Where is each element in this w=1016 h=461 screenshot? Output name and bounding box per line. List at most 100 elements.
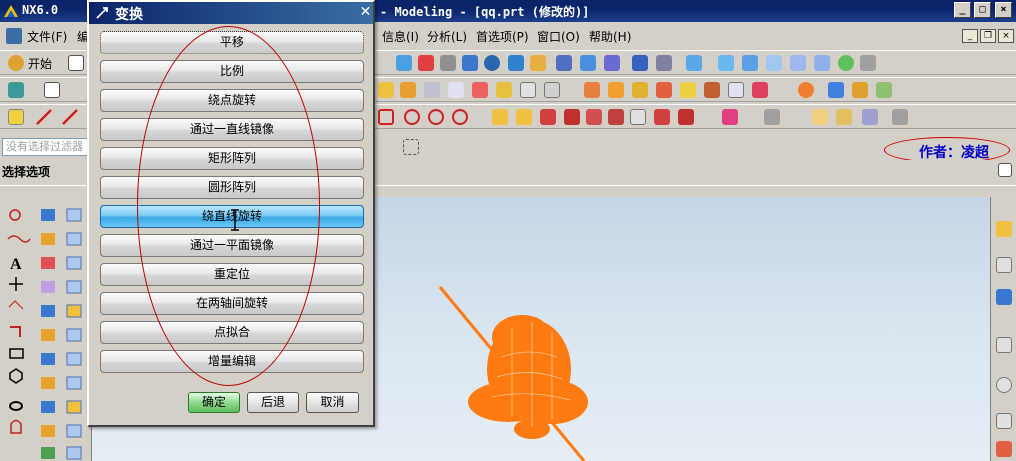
revolve-icon[interactable] bbox=[472, 82, 488, 98]
left-tool-palette: A bbox=[0, 197, 92, 461]
transform-icon[interactable] bbox=[764, 109, 780, 125]
panel-toggle-icon[interactable] bbox=[998, 163, 1012, 177]
menu-info[interactable]: 信息(I) bbox=[382, 28, 419, 45]
cylinder-icon[interactable] bbox=[400, 82, 416, 98]
menu-analysis[interactable]: 分析(L) bbox=[427, 28, 467, 45]
trim-curve-icon[interactable] bbox=[564, 109, 580, 125]
doc-close-icon[interactable]: × bbox=[998, 29, 1014, 43]
curve-tools-icon[interactable]: A bbox=[0, 197, 92, 461]
shell-icon[interactable] bbox=[632, 82, 648, 98]
orient-icon[interactable] bbox=[508, 55, 524, 71]
menu-file[interactable]: 文件(F) bbox=[27, 28, 67, 45]
fillet-curve-icon[interactable] bbox=[586, 109, 602, 125]
filter-input[interactable]: 没有选择过滤器 bbox=[2, 138, 94, 156]
transform-icon bbox=[96, 7, 108, 19]
extract-curve-icon[interactable] bbox=[678, 109, 694, 125]
layer-icon[interactable] bbox=[604, 55, 620, 71]
arc-icon[interactable] bbox=[428, 109, 444, 125]
bridge-curve-icon[interactable] bbox=[608, 109, 624, 125]
start-button[interactable]: 开始 bbox=[28, 55, 52, 72]
cube-left-icon[interactable] bbox=[790, 55, 806, 71]
svg-text:A: A bbox=[10, 256, 22, 273]
settings-icon[interactable] bbox=[892, 109, 908, 125]
rotate-icon[interactable] bbox=[462, 55, 478, 71]
drawing-icon[interactable] bbox=[996, 337, 1012, 353]
close-window-button[interactable]: × bbox=[995, 2, 1012, 18]
start-icon[interactable] bbox=[8, 55, 24, 71]
doc-restore-icon[interactable]: ❐ bbox=[980, 29, 996, 43]
arc-center-icon[interactable] bbox=[404, 109, 420, 125]
link-icon[interactable] bbox=[836, 109, 852, 125]
pocket-icon[interactable] bbox=[544, 82, 560, 98]
dialog-close-icon[interactable]: ✕ bbox=[357, 4, 374, 20]
selection-options-title: 选择选项 bbox=[2, 165, 51, 179]
minimize-button[interactable]: _ bbox=[954, 2, 971, 18]
assembly-icon[interactable] bbox=[996, 289, 1012, 305]
chamfer-icon[interactable] bbox=[608, 82, 624, 98]
select-icon[interactable] bbox=[632, 55, 648, 71]
part-navigator-icon[interactable] bbox=[996, 413, 1012, 429]
snap-point-icon[interactable] bbox=[8, 109, 24, 125]
spline-icon[interactable] bbox=[492, 109, 508, 125]
extrude-icon[interactable] bbox=[448, 82, 464, 98]
dimension-icon[interactable] bbox=[996, 257, 1012, 273]
unite-icon[interactable] bbox=[728, 82, 744, 98]
wave-icon[interactable] bbox=[812, 109, 828, 125]
render-icon[interactable] bbox=[580, 55, 596, 71]
menu-preferences[interactable]: 首选项(P) bbox=[476, 28, 529, 45]
nx-logo-icon bbox=[4, 5, 18, 17]
boss-icon[interactable] bbox=[520, 82, 536, 98]
subtract-icon[interactable] bbox=[752, 82, 768, 98]
ellipse-icon[interactable] bbox=[452, 109, 468, 125]
ok-button[interactable]: 确定 bbox=[188, 392, 240, 413]
project-curve-icon[interactable] bbox=[630, 109, 646, 125]
edit-curve-icon[interactable] bbox=[722, 109, 738, 125]
mesh-icon[interactable] bbox=[876, 82, 892, 98]
sketch-icon[interactable] bbox=[44, 82, 60, 98]
trim-icon[interactable] bbox=[656, 82, 672, 98]
line-icon[interactable] bbox=[36, 109, 52, 125]
pan-icon[interactable] bbox=[440, 55, 456, 71]
sphere-icon[interactable] bbox=[838, 55, 854, 71]
color-icon[interactable] bbox=[798, 82, 814, 98]
shade-icon[interactable] bbox=[860, 55, 876, 71]
view-icon[interactable] bbox=[556, 55, 572, 71]
menu-help[interactable]: 帮助(H) bbox=[589, 28, 631, 45]
polyline-icon[interactable] bbox=[62, 109, 78, 125]
refresh-icon[interactable] bbox=[484, 55, 500, 71]
intersect-curve-icon[interactable] bbox=[654, 109, 670, 125]
surface-icon[interactable] bbox=[828, 82, 844, 98]
back-button[interactable]: 后退 bbox=[247, 392, 299, 413]
helix-icon[interactable] bbox=[516, 109, 532, 125]
mirror-icon[interactable] bbox=[704, 82, 720, 98]
cube-top-icon[interactable] bbox=[742, 55, 758, 71]
maximize-button[interactable]: □ bbox=[974, 2, 991, 18]
menu-window[interactable]: 窗口(O) bbox=[537, 28, 580, 45]
cube-icon[interactable] bbox=[686, 55, 702, 71]
fit-icon[interactable] bbox=[396, 55, 412, 71]
roles-icon[interactable] bbox=[996, 441, 1012, 457]
zoom-icon[interactable] bbox=[418, 55, 434, 71]
sweep-icon[interactable] bbox=[852, 82, 868, 98]
pattern-icon[interactable] bbox=[680, 82, 696, 98]
cube-right-icon[interactable] bbox=[766, 55, 782, 71]
doc-minimize-icon[interactable]: _ bbox=[962, 29, 978, 43]
app-menu-icon[interactable] bbox=[6, 28, 22, 44]
cube-front-icon[interactable] bbox=[718, 55, 734, 71]
history-icon[interactable] bbox=[996, 377, 1012, 393]
hole-icon[interactable] bbox=[496, 82, 512, 98]
cube-iso-icon[interactable] bbox=[814, 55, 830, 71]
cancel-button[interactable]: 取消 bbox=[306, 392, 359, 413]
constraint-icon[interactable] bbox=[996, 221, 1012, 237]
cone-icon[interactable] bbox=[424, 82, 440, 98]
blend-icon[interactable] bbox=[584, 82, 600, 98]
box-icon[interactable] bbox=[378, 82, 394, 98]
group-icon[interactable] bbox=[862, 109, 878, 125]
offset-curve-icon[interactable] bbox=[540, 109, 556, 125]
circle-icon[interactable] bbox=[378, 109, 394, 125]
new-file-icon[interactable] bbox=[68, 55, 84, 71]
snap-icon[interactable] bbox=[530, 55, 546, 71]
lasso-icon[interactable] bbox=[656, 55, 672, 71]
select-box-icon[interactable] bbox=[403, 139, 419, 155]
feature-icon[interactable] bbox=[8, 82, 24, 98]
